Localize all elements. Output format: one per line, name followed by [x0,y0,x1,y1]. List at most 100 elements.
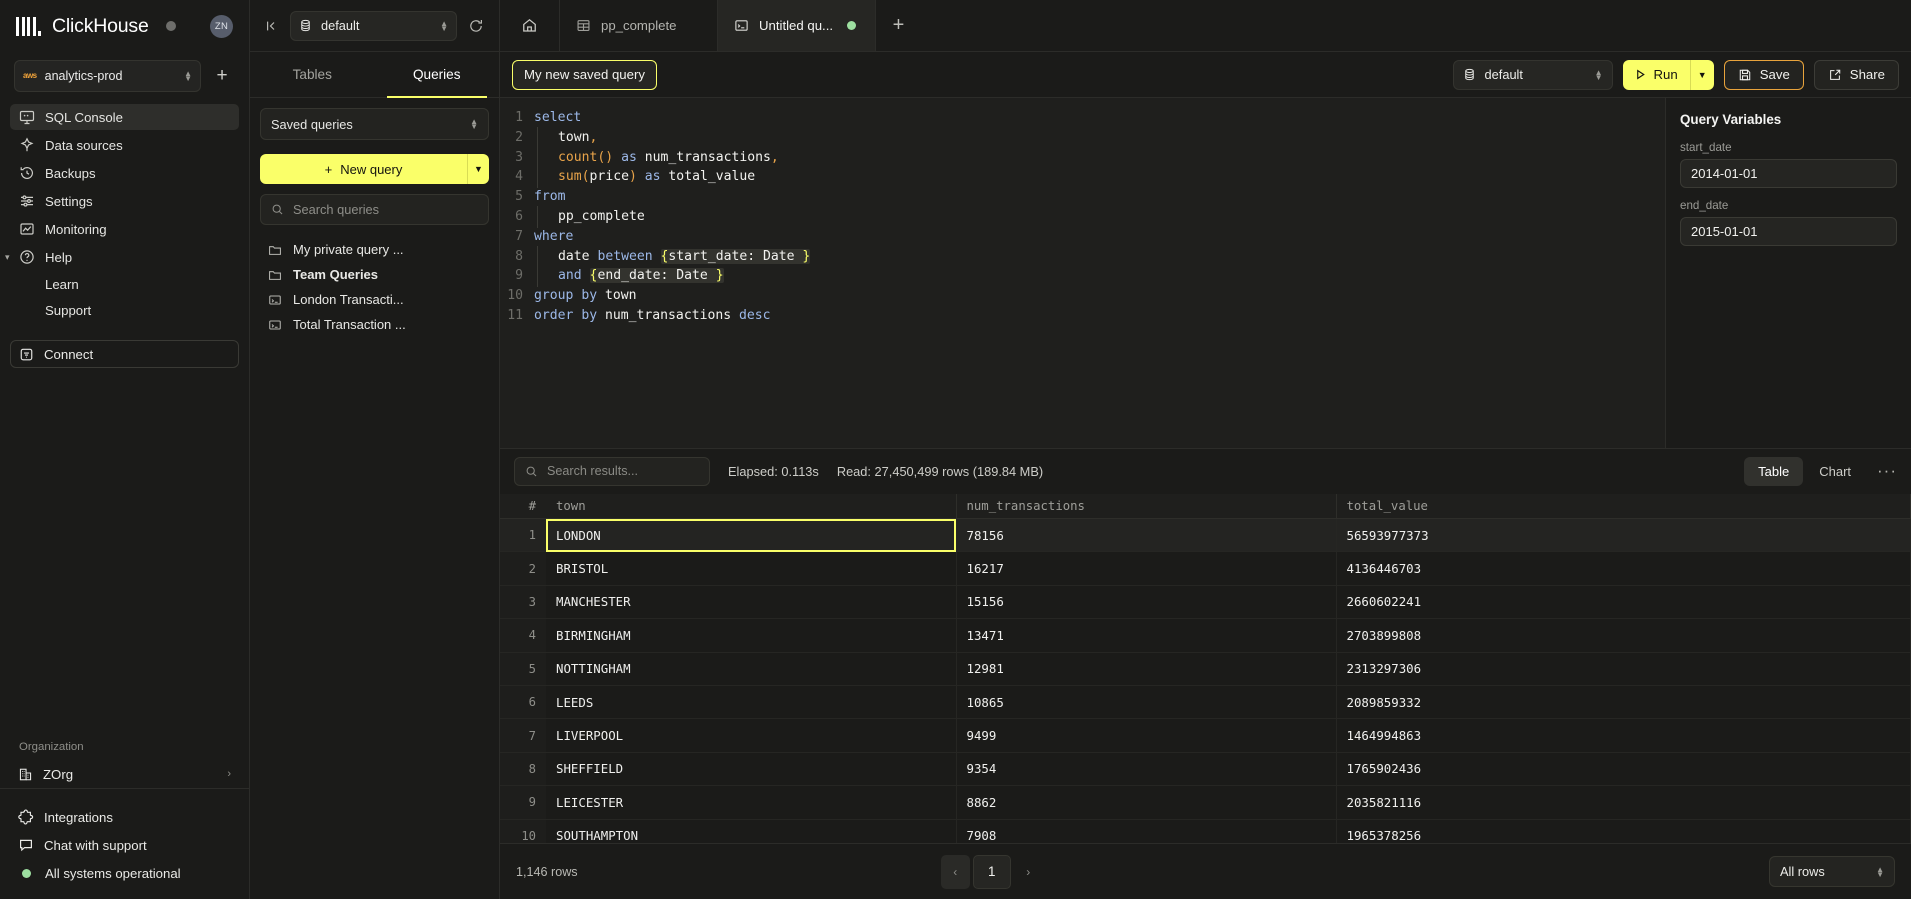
cell-total-value[interactable]: 2313297306 [1336,652,1911,685]
more-options-button[interactable]: ··· [1877,461,1897,481]
cell-town[interactable]: NOTTINGHAM [546,652,956,685]
cell-num-transactions[interactable]: 12981 [956,652,1336,685]
view-toggle-table[interactable]: Table [1744,457,1803,486]
table-row[interactable]: 10 SOUTHAMPTON 7908 1965378256 [500,819,1911,843]
tree-item-total-transaction[interactable]: Total Transaction ... [260,312,489,337]
table-row[interactable]: 7 LIVERPOOL 9499 1464994863 [500,719,1911,752]
saved-queries-select[interactable]: Saved queries ▲▼ [260,108,489,140]
cell-num-transactions[interactable]: 10865 [956,685,1336,718]
new-query-options-dropdown[interactable]: ▼ [467,154,489,184]
tab-queries[interactable]: Queries [375,52,500,98]
cell-num-transactions[interactable]: 16217 [956,552,1336,585]
sidebar-item-backups[interactable]: Backups [10,160,239,186]
home-button[interactable] [500,0,560,51]
table-row[interactable]: 9 LEICESTER 8862 2035821116 [500,786,1911,819]
sql-editor[interactable]: 1select 2town, 3count() as num_transacti… [500,98,1665,448]
cell-total-value[interactable]: 2035821116 [1336,786,1911,819]
cell-total-value[interactable]: 56593977373 [1336,519,1911,552]
cell-num-transactions[interactable]: 9499 [956,719,1336,752]
cell-total-value[interactable]: 1464994863 [1336,719,1911,752]
sidebar-item-learn[interactable]: Learn [10,272,239,297]
table-row[interactable]: 4 BIRMINGHAM 13471 2703899808 [500,619,1911,652]
search-results-placeholder: Search results... [547,464,638,478]
variable-input-end-date[interactable]: 2015-01-01 [1680,217,1897,246]
cell-num-transactions[interactable]: 15156 [956,585,1336,618]
column-header-index[interactable]: # [500,494,546,519]
search-queries-input[interactable]: Search queries [260,194,489,225]
cell-town[interactable]: MANCHESTER [546,585,956,618]
cell-town[interactable]: LIVERPOOL [546,719,956,752]
cell-town[interactable]: SHEFFIELD [546,752,956,785]
sidebar-item-monitoring[interactable]: Monitoring [10,216,239,242]
database-selector[interactable]: default ▲▼ [290,11,457,41]
run-button[interactable]: Run [1623,60,1690,90]
cell-town[interactable]: SOUTHAMPTON [546,819,956,843]
collapse-sidebar-icon[interactable] [264,18,280,34]
view-toggle-chart[interactable]: Chart [1805,457,1865,486]
cell-town[interactable]: LONDON [546,519,956,552]
search-results-input[interactable]: Search results... [514,457,710,486]
tree-item-team-queries[interactable]: Team Queries [260,262,489,287]
column-header-town[interactable]: town [546,494,956,519]
connect-button[interactable]: Connect [10,340,239,368]
service-select[interactable]: aws analytics-prod ▲▼ [14,60,201,92]
new-tab-button[interactable]: + [876,0,921,51]
add-service-button[interactable]: + [209,63,235,89]
column-header-num-transactions[interactable]: num_transactions [956,494,1336,519]
refresh-icon[interactable] [467,18,485,34]
table-row[interactable]: 1 LONDON 78156 56593977373 [500,519,1911,552]
cell-num-transactions[interactable]: 78156 [956,519,1336,552]
query-name-input[interactable]: My new saved query [512,60,657,90]
sidebar-item-sql-console[interactable]: SQL Console [10,104,239,130]
footer-item-integrations[interactable]: Integrations [10,803,239,831]
query-param-end-date[interactable]: {end_date: Date } [590,268,724,283]
footer-item-status[interactable]: All systems operational [10,859,239,887]
tab-untitled-query[interactable]: Untitled qu... [718,0,876,51]
table-row[interactable]: 8 SHEFFIELD 9354 1765902436 [500,752,1911,785]
sidebar-item-help[interactable]: ▾ Help [10,244,239,270]
tab-pp-complete[interactable]: pp_complete [560,0,718,51]
row-index: 1 [500,519,546,552]
cell-total-value[interactable]: 2089859332 [1336,685,1911,718]
save-button[interactable]: Save [1724,60,1804,90]
run-options-dropdown[interactable]: ▼ [1690,60,1714,90]
page-size-select[interactable]: All rows ▲▼ [1769,856,1895,887]
tree-item-london-transactions[interactable]: London Transacti... [260,287,489,312]
cell-total-value[interactable]: 1965378256 [1336,819,1911,843]
cell-total-value[interactable]: 1765902436 [1336,752,1911,785]
organization-item[interactable]: ZOrg › [10,760,239,788]
page-number-input[interactable]: 1 [973,855,1011,889]
cell-town[interactable]: LEEDS [546,685,956,718]
cell-total-value[interactable]: 2660602241 [1336,585,1911,618]
query-database-selector[interactable]: default ▲▼ [1453,60,1613,90]
column-header-total-value[interactable]: total_value [1336,494,1911,519]
avatar[interactable]: ZN [210,15,233,38]
cell-num-transactions[interactable]: 13471 [956,619,1336,652]
cell-num-transactions[interactable]: 8862 [956,786,1336,819]
previous-page-button[interactable]: ‹ [941,855,970,889]
cell-town[interactable]: LEICESTER [546,786,956,819]
new-query-button[interactable]: + New query [260,154,467,184]
tab-tables[interactable]: Tables [250,52,375,98]
results-table-container[interactable]: # town num_transactions total_value 1 LO… [500,494,1911,844]
cell-town[interactable]: BRISTOL [546,552,956,585]
query-param-start-date[interactable]: {start_date: Date } [661,249,811,264]
cell-total-value[interactable]: 4136446703 [1336,552,1911,585]
tree-item-private-folder[interactable]: My private query ... [260,237,489,262]
sidebar-item-data-sources[interactable]: Data sources [10,132,239,158]
cell-num-transactions[interactable]: 9354 [956,752,1336,785]
table-row[interactable]: 6 LEEDS 10865 2089859332 [500,685,1911,718]
table-row[interactable]: 3 MANCHESTER 15156 2660602241 [500,585,1911,618]
cell-total-value[interactable]: 2703899808 [1336,619,1911,652]
table-row[interactable]: 2 BRISTOL 16217 4136446703 [500,552,1911,585]
cell-town[interactable]: BIRMINGHAM [546,619,956,652]
footer-item-chat[interactable]: Chat with support [10,831,239,859]
variable-input-start-date[interactable]: 2014-01-01 [1680,159,1897,188]
cell-num-transactions[interactable]: 7908 [956,819,1336,843]
share-button[interactable]: Share [1814,60,1899,90]
sidebar-item-settings[interactable]: Settings [10,188,239,214]
sidebar-item-support[interactable]: Support [10,298,239,323]
table-row[interactable]: 5 NOTTINGHAM 12981 2313297306 [500,652,1911,685]
next-page-button[interactable]: › [1014,855,1043,889]
row-index: 7 [500,719,546,752]
